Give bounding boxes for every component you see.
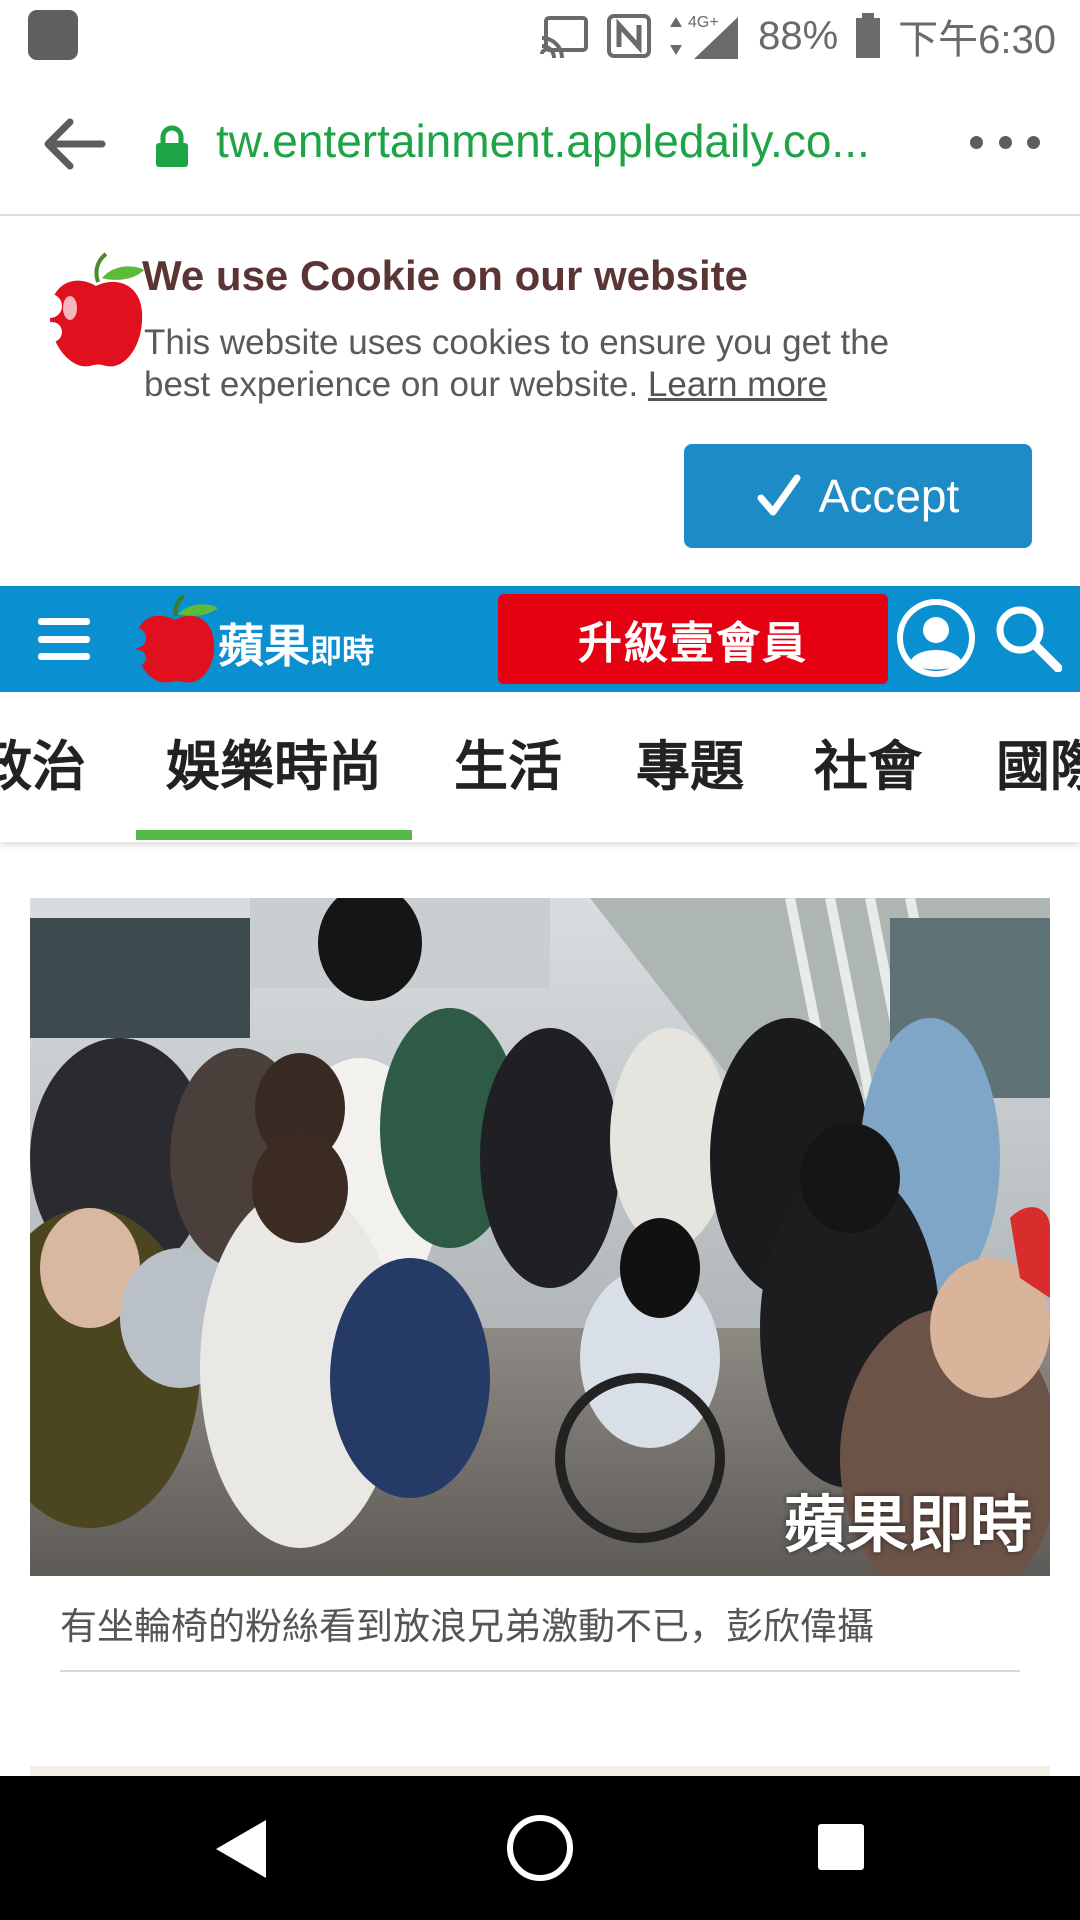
check-icon: [757, 474, 801, 516]
cookie-title: We use Cookie on our website: [142, 252, 749, 299]
nfc-icon: [607, 14, 652, 58]
cast-icon: [540, 16, 589, 58]
divider: [60, 1670, 1020, 1672]
clock: 下午6:30: [898, 18, 1056, 62]
status-icons: 4G+ 88% 下午6:30: [540, 8, 1056, 64]
battery-percent: 88%: [758, 13, 839, 58]
photo-watermark: 蘋果即時: [783, 1488, 1032, 1561]
signal-4g-icon: 4G+: [670, 14, 739, 59]
cookie-message: This website uses cookies to ensure you …: [144, 322, 944, 406]
nav-back-icon[interactable]: [210, 1816, 270, 1882]
more-dots-icon[interactable]: [970, 122, 1040, 162]
lock-icon: [156, 125, 188, 167]
selected-tab-indicator: [136, 830, 412, 840]
article-photo[interactable]: 蘋果即時: [30, 898, 1050, 1576]
next-article-card: [30, 1766, 1050, 1776]
category-tabs: 政治 娛樂時尚 生活 專題 社會 國際: [0, 692, 1080, 842]
accept-button[interactable]: Accept: [684, 444, 1032, 548]
user-account-icon[interactable]: [896, 598, 976, 678]
nav-home-icon[interactable]: [504, 1812, 576, 1884]
upgrade-membership-button[interactable]: 升級壹會員: [498, 594, 888, 684]
brand-name[interactable]: 蘋果即時: [218, 610, 374, 676]
network-label: 4G+: [688, 14, 719, 31]
tab-entertainment[interactable]: 娛樂時尚: [166, 722, 382, 801]
photo-caption: 有坐輪椅的粉絲看到放浪兄弟激動不已，彭欣偉攝: [60, 1605, 874, 1648]
search-icon[interactable]: [994, 604, 1062, 672]
nav-recents-icon[interactable]: [816, 1822, 866, 1872]
site-header: 蘋果即時 升級壹會員: [0, 586, 1080, 692]
cookie-banner: We use Cookie on our website This websit…: [0, 216, 1080, 586]
tab-special[interactable]: 專題: [636, 722, 744, 801]
url-field[interactable]: tw.entertainment.appledaily.co...: [216, 114, 916, 168]
brand-main: 蘋果: [218, 619, 310, 673]
apple-logo-icon: [46, 252, 144, 367]
apple-logo-icon[interactable]: [130, 594, 220, 686]
app-notification-icon: [28, 10, 78, 60]
status-bar: 4G+ 88% 下午6:30: [0, 0, 1080, 72]
tab-international[interactable]: 國際: [996, 722, 1080, 801]
hamburger-menu-icon[interactable]: [38, 618, 90, 660]
arrow-left-icon[interactable]: [40, 116, 106, 172]
tab-politics[interactable]: 政治: [0, 722, 86, 801]
system-nav-bar: [0, 1776, 1080, 1920]
battery-icon: [856, 13, 881, 58]
learn-more-link[interactable]: Learn more: [648, 365, 827, 404]
browser-url-bar: tw.entertainment.appledaily.co...: [0, 72, 1080, 216]
brand-sub: 即時: [310, 632, 375, 670]
tab-society[interactable]: 社會: [814, 722, 922, 801]
accept-label: Accept: [818, 470, 960, 522]
tab-life[interactable]: 生活: [454, 722, 562, 801]
